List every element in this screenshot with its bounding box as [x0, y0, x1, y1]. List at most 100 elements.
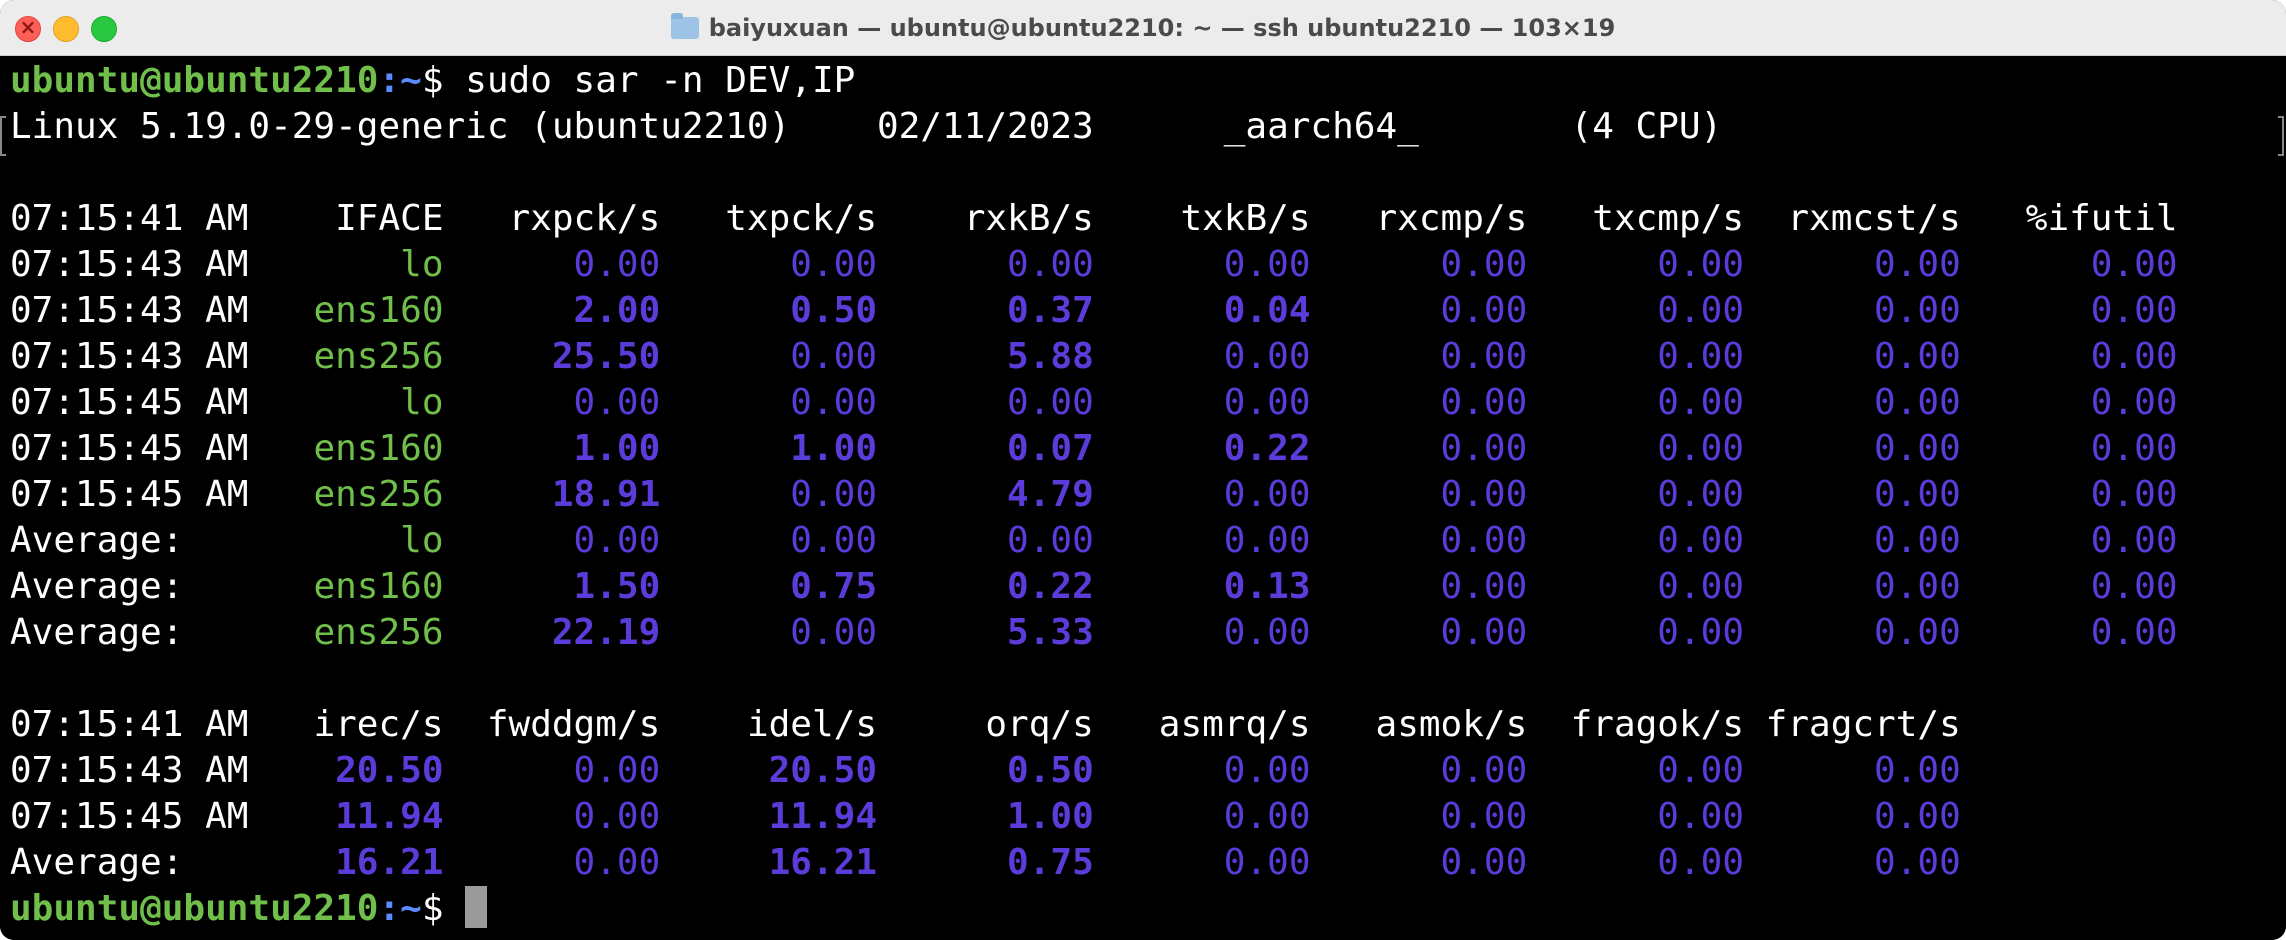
- row-time: Average:: [10, 842, 249, 883]
- prompt-user: ubuntu@ubuntu2210: [10, 888, 379, 929]
- prompt-path: :~: [378, 60, 422, 101]
- row-value: 1.50: [443, 566, 661, 607]
- row-time: Average:: [10, 612, 249, 653]
- row-value: 0.00: [1527, 290, 1744, 331]
- row-value: 0.00: [1960, 428, 2178, 469]
- row-value: 0.37: [877, 290, 1094, 331]
- row-value: 0.00: [660, 336, 877, 377]
- dev-table-row: 07:15:45 AM ens160 1.00 1.00 0.07 0.22 0…: [10, 426, 2178, 472]
- row-value: 0.00: [1744, 336, 1961, 377]
- dev-header-cell: txcmp/s: [1527, 198, 1744, 239]
- sysinfo-text: Linux 5.19.0-29-generic (ubuntu2210) 02/…: [10, 106, 1723, 147]
- prompt-line: ubuntu@ubuntu2210:~$ sudo sar -n DEV,IP: [10, 58, 855, 104]
- ip-table-row: Average: 16.21 0.00 16.21 0.75 0.00 0.00…: [10, 840, 1961, 886]
- row-value: 0.00: [1744, 842, 1961, 883]
- dev-header-cell: rxcmp/s: [1310, 198, 1528, 239]
- row-value: 0.00: [1093, 244, 1311, 285]
- row-value: 0.00: [1310, 336, 1528, 377]
- row-value: 0.50: [660, 290, 877, 331]
- row-value: 0.00: [1527, 244, 1744, 285]
- row-value: 0.00: [1744, 796, 1961, 837]
- window-title: baiyuxuan — ubuntu@ubuntu2210: ~ — ssh u…: [708, 13, 1616, 42]
- row-iface: ens256: [248, 612, 444, 653]
- row-value: 0.00: [1744, 612, 1961, 653]
- folder-icon: [670, 12, 699, 39]
- row-iface: ens256: [248, 474, 444, 515]
- row-value: 0.75: [660, 566, 877, 607]
- row-value: 0.00: [1093, 520, 1311, 561]
- row-value: 16.21: [248, 842, 444, 883]
- row-value: 0.00: [1527, 336, 1744, 377]
- row-value: 0.00: [1744, 474, 1961, 515]
- row-value: 16.21: [660, 842, 877, 883]
- row-time: 07:15:45 AM: [10, 474, 249, 515]
- row-value: 0.00: [1960, 612, 2178, 653]
- row-value: 0.00: [443, 796, 661, 837]
- row-value: 0.00: [1744, 382, 1961, 423]
- dev-header-cell: rxmcst/s: [1744, 198, 1961, 239]
- row-value: 0.00: [1310, 428, 1528, 469]
- ip-header-cell: idel/s: [660, 704, 877, 745]
- row-value: 0.00: [1527, 750, 1744, 791]
- dev-header-cell: txpck/s: [660, 198, 877, 239]
- dev-header-cell: txkB/s: [1093, 198, 1311, 239]
- row-value: 0.13: [1093, 566, 1311, 607]
- row-value: 0.00: [1744, 566, 1961, 607]
- title-bar: baiyuxuan — ubuntu@ubuntu2210: ~ — ssh u…: [0, 0, 2286, 56]
- mark-right-bracket: [2278, 116, 2284, 156]
- row-value: 0.00: [1093, 336, 1311, 377]
- row-iface: lo: [248, 520, 444, 561]
- dev-header-cell: IFACE: [248, 198, 444, 239]
- row-value: 0.00: [1310, 566, 1528, 607]
- prompt-path: :~: [378, 888, 422, 929]
- row-value: 4.79: [877, 474, 1094, 515]
- row-value: 0.00: [1310, 750, 1528, 791]
- ip-header-cell: fragcrt/s: [1744, 704, 1961, 745]
- ip-table-row: 07:15:45 AM 11.94 0.00 11.94 1.00 0.00 0…: [10, 794, 1961, 840]
- row-value: 18.91: [443, 474, 661, 515]
- row-value: 0.00: [660, 474, 877, 515]
- row-value: 0.07: [877, 428, 1094, 469]
- row-time: 07:15:45 AM: [10, 382, 249, 423]
- row-value: 0.00: [1093, 796, 1311, 837]
- row-value: 0.00: [1744, 520, 1961, 561]
- row-value: 0.00: [1527, 382, 1744, 423]
- row-value: 0.00: [443, 750, 661, 791]
- row-value: 0.00: [1960, 290, 2178, 331]
- row-value: 0.00: [1527, 796, 1744, 837]
- ip-header-cell: asmrq/s: [1093, 704, 1311, 745]
- mark-left-bracket: [0, 116, 6, 156]
- row-iface: ens256: [248, 336, 444, 377]
- row-value: 0.00: [1310, 612, 1528, 653]
- row-value: 0.00: [1527, 842, 1744, 883]
- row-value: 0.00: [1310, 842, 1528, 883]
- dev-header-cell: rxkB/s: [877, 198, 1094, 239]
- row-value: 0.00: [1960, 520, 2178, 561]
- row-iface: ens160: [248, 290, 444, 331]
- row-value: 0.00: [1310, 290, 1528, 331]
- ip-table-row: 07:15:43 AM 20.50 0.00 20.50 0.50 0.00 0…: [10, 748, 1961, 794]
- sysinfo-line: Linux 5.19.0-29-generic (ubuntu2210) 02/…: [10, 104, 1722, 150]
- row-value: 0.00: [1310, 244, 1528, 285]
- prompt-user: ubuntu@ubuntu2210: [10, 60, 379, 101]
- row-time: 07:15:43 AM: [10, 750, 249, 791]
- window-title-area: baiyuxuan — ubuntu@ubuntu2210: ~ — ssh u…: [0, 0, 2286, 55]
- dev-header-cell: 07:15:41 AM: [10, 198, 249, 239]
- row-value: 0.22: [877, 566, 1094, 607]
- row-iface: lo: [248, 244, 444, 285]
- row-value: 0.00: [1744, 750, 1961, 791]
- row-value: 1.00: [443, 428, 661, 469]
- dev-table-row: 07:15:43 AM lo 0.00 0.00 0.00 0.00 0.00 …: [10, 242, 2178, 288]
- row-value: 0.00: [1527, 428, 1744, 469]
- dev-table-row: Average: ens160 1.50 0.75 0.22 0.13 0.00…: [10, 564, 2178, 610]
- row-value: 0.00: [443, 382, 661, 423]
- row-value: 0.00: [660, 612, 877, 653]
- row-value: 11.94: [248, 796, 444, 837]
- row-value: 0.00: [1960, 244, 2178, 285]
- row-value: 0.00: [1310, 382, 1528, 423]
- row-value: 0.00: [1744, 428, 1961, 469]
- row-time: 07:15:43 AM: [10, 290, 249, 331]
- terminal-content[interactable]: ubuntu@ubuntu2210:~$ sudo sar -n DEV,IP L…: [0, 56, 2286, 940]
- dev-table-row: 07:15:43 AM ens256 25.50 0.00 5.88 0.00 …: [10, 334, 2178, 380]
- row-value: 0.00: [1093, 750, 1311, 791]
